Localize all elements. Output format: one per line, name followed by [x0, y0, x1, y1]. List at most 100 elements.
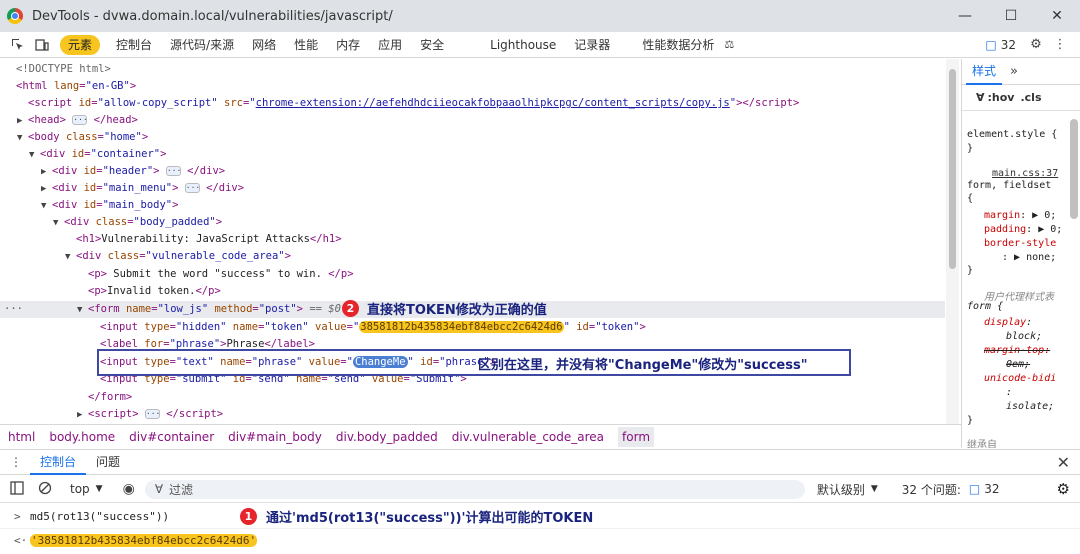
tab-security[interactable]: 安全: [412, 35, 452, 55]
more-options-icon[interactable]: ⋮: [1048, 33, 1072, 57]
settings-gear-icon[interactable]: ⚙: [1024, 33, 1048, 57]
message-icon: □: [985, 37, 997, 52]
sidebar-toggle-icon[interactable]: [10, 480, 24, 498]
style-prop-border-style[interactable]: border-style: [984, 238, 1056, 249]
dom-line-p2[interactable]: <p>Invalid token.</p>: [0, 283, 945, 300]
row-more-icon[interactable]: ···: [4, 301, 23, 318]
crumb-container[interactable]: div#container: [129, 430, 214, 444]
message-icon: □: [968, 482, 981, 496]
dom-line-body[interactable]: ▼ <body class="home">: [0, 129, 945, 146]
style-prop-margin-top: margin-top:: [984, 345, 1051, 356]
filter-icon: ∀: [154, 482, 164, 496]
console-settings-gear-icon[interactable]: ⚙: [1057, 480, 1070, 498]
input-prompt-icon: >: [14, 510, 21, 523]
ellipsis-icon[interactable]: ···: [72, 115, 88, 125]
script-src-link[interactable]: chrome-extension://aefehdhdciieocakfobpa…: [256, 97, 730, 109]
ellipsis-icon[interactable]: ···: [165, 166, 181, 176]
style-selector[interactable]: form, fieldset: [967, 180, 1051, 191]
dom-line-head[interactable]: ▶ <head> ··· </head>: [0, 112, 945, 129]
dom-line-main-body[interactable]: ▼ <div id="main_body">: [0, 197, 945, 214]
crumb-main-body[interactable]: div#main_body: [228, 430, 322, 444]
expand-triangle-icon[interactable]: ▶: [77, 407, 88, 424]
tab-elements[interactable]: 元素: [60, 34, 101, 55]
log-level-selector[interactable]: 默认级别 ▼: [817, 481, 878, 498]
scrollbar-thumb[interactable]: [949, 69, 956, 269]
drawer-menu-icon[interactable]: ⋮: [10, 455, 22, 469]
issues-badge[interactable]: □ 32: [985, 38, 1016, 52]
tab-lighthouse[interactable]: Lighthouse: [482, 35, 564, 55]
tab-styles[interactable]: 样式: [966, 59, 1003, 85]
crumb-form[interactable]: form: [618, 426, 655, 447]
dom-line-h1[interactable]: <h1>Vulnerability: JavaScript Attacks</h…: [0, 231, 945, 248]
dom-line-input-token[interactable]: <input type="hidden" name="token" value=…: [0, 319, 945, 336]
tab-memory[interactable]: 内存: [328, 35, 368, 55]
element-style-rule[interactable]: element.style {: [967, 129, 1057, 140]
tab-performance[interactable]: 性能: [286, 35, 326, 55]
style-prop-margin[interactable]: margin: ▶ 0;: [984, 210, 1056, 221]
dom-line-form-close[interactable]: </form>: [0, 389, 945, 406]
crumb-vuln-area[interactable]: div.vulnerable_code_area: [452, 430, 604, 444]
cls-toggle[interactable]: .cls: [1020, 91, 1041, 104]
token-value-highlight[interactable]: 38581812b435834ebf84ebcc2c6424d6: [359, 321, 564, 333]
collapse-triangle-icon[interactable]: ▼: [41, 198, 52, 215]
device-toolbar-icon[interactable]: [30, 33, 54, 57]
dom-line-header[interactable]: ▶ <div id="header"> ··· </div>: [0, 163, 945, 180]
devtools-tab-bar: 元素 控制台 源代码/来源 网络 性能 内存 应用 安全 Lighthouse …: [0, 32, 1080, 58]
tab-sources[interactable]: 源代码/来源: [162, 35, 242, 55]
expand-triangle-icon[interactable]: ▶: [17, 113, 28, 130]
dom-line-html[interactable]: <html lang="en-GB">: [0, 78, 945, 95]
styles-panel: 样式 » ∀ :hov .cls element.style { } main.…: [961, 59, 1080, 448]
styles-scrollbar-thumb[interactable]: [1070, 119, 1078, 219]
dom-line-script[interactable]: <script id="allow-copy_script" src="chro…: [0, 95, 945, 112]
elements-scrollbar[interactable]: [946, 59, 959, 424]
dom-line-body-padded[interactable]: ▼ <div class="body_padded">: [0, 214, 945, 231]
context-selector[interactable]: top ▼: [70, 482, 103, 496]
style-source-link[interactable]: main.css:37: [992, 168, 1058, 179]
live-expression-eye-icon[interactable]: ◉: [123, 481, 135, 497]
style-prop-display: display:: [984, 317, 1033, 328]
close-window-button[interactable]: ✕: [1034, 0, 1080, 32]
title-bar: DevTools - dvwa.domain.local/vulnerabili…: [0, 0, 1080, 32]
dom-line-container[interactable]: ▼ <div id="container">: [0, 146, 945, 163]
hov-toggle[interactable]: :hov: [988, 91, 1015, 104]
expand-triangle-icon[interactable]: ▶: [41, 164, 52, 181]
drawer-tab-issues[interactable]: 问题: [86, 450, 130, 475]
maximize-button[interactable]: ☐: [988, 0, 1034, 32]
tab-performance-insights[interactable]: 性能数据分析: [634, 35, 722, 55]
inherited-from-label: 继承自: [967, 440, 997, 448]
console-output-line[interactable]: <· '38581812b435834ebf84ebcc2c6424d6': [0, 528, 1080, 552]
expand-triangle-icon[interactable]: ▶: [41, 181, 52, 198]
collapse-triangle-icon[interactable]: ▼: [65, 249, 76, 266]
tab-network[interactable]: 网络: [244, 35, 284, 55]
collapse-triangle-icon[interactable]: ▼: [29, 147, 40, 164]
ellipsis-icon[interactable]: ···: [184, 183, 200, 193]
crumb-body[interactable]: body.home: [49, 430, 115, 444]
drawer-tab-console[interactable]: 控制台: [30, 450, 87, 475]
tab-application[interactable]: 应用: [370, 35, 410, 55]
style-prop-padding[interactable]: padding: ▶ 0;: [984, 224, 1062, 235]
inspect-element-icon[interactable]: [6, 33, 30, 57]
collapse-triangle-icon[interactable]: ▼: [53, 215, 64, 232]
filter-icon[interactable]: ∀: [976, 91, 985, 104]
more-tabs-chevron-icon[interactable]: »: [1010, 64, 1018, 79]
drawer-tab-bar: ⋮ 控制台 问题 ✕: [0, 449, 1080, 475]
crumb-html[interactable]: html: [8, 430, 35, 444]
crumb-body-padded[interactable]: div.body_padded: [336, 430, 438, 444]
issues-counter[interactable]: 32 个问题: □ 32: [902, 481, 1000, 498]
console-filter-input[interactable]: ∀ 过滤: [144, 479, 805, 499]
tab-recorder[interactable]: 记录器: [566, 35, 618, 55]
dom-line-doctype[interactable]: <!DOCTYPE html>: [0, 61, 945, 78]
close-drawer-icon[interactable]: ✕: [1057, 453, 1070, 472]
dom-line-vuln-area[interactable]: ▼ <div class="vulnerable_code_area">: [0, 248, 945, 265]
clear-console-icon[interactable]: [38, 481, 52, 498]
ellipsis-icon[interactable]: ···: [144, 409, 160, 419]
dom-line-main-menu[interactable]: ▶ <div id="main_menu"> ··· </div>: [0, 180, 945, 197]
dom-line-p1[interactable]: <p> Submit the word "success" to win. </…: [0, 266, 945, 283]
window-title: DevTools - dvwa.domain.local/vulnerabili…: [32, 8, 393, 24]
collapse-triangle-icon[interactable]: ▼: [17, 130, 28, 147]
dom-line-script-inline[interactable]: ▶ <script> ··· </script>: [0, 406, 945, 423]
tab-console[interactable]: 控制台: [108, 35, 160, 55]
minimize-button[interactable]: —: [942, 0, 988, 32]
dropdown-arrow-icon: ▼: [95, 484, 103, 494]
collapse-triangle-icon[interactable]: ▼: [77, 302, 88, 319]
